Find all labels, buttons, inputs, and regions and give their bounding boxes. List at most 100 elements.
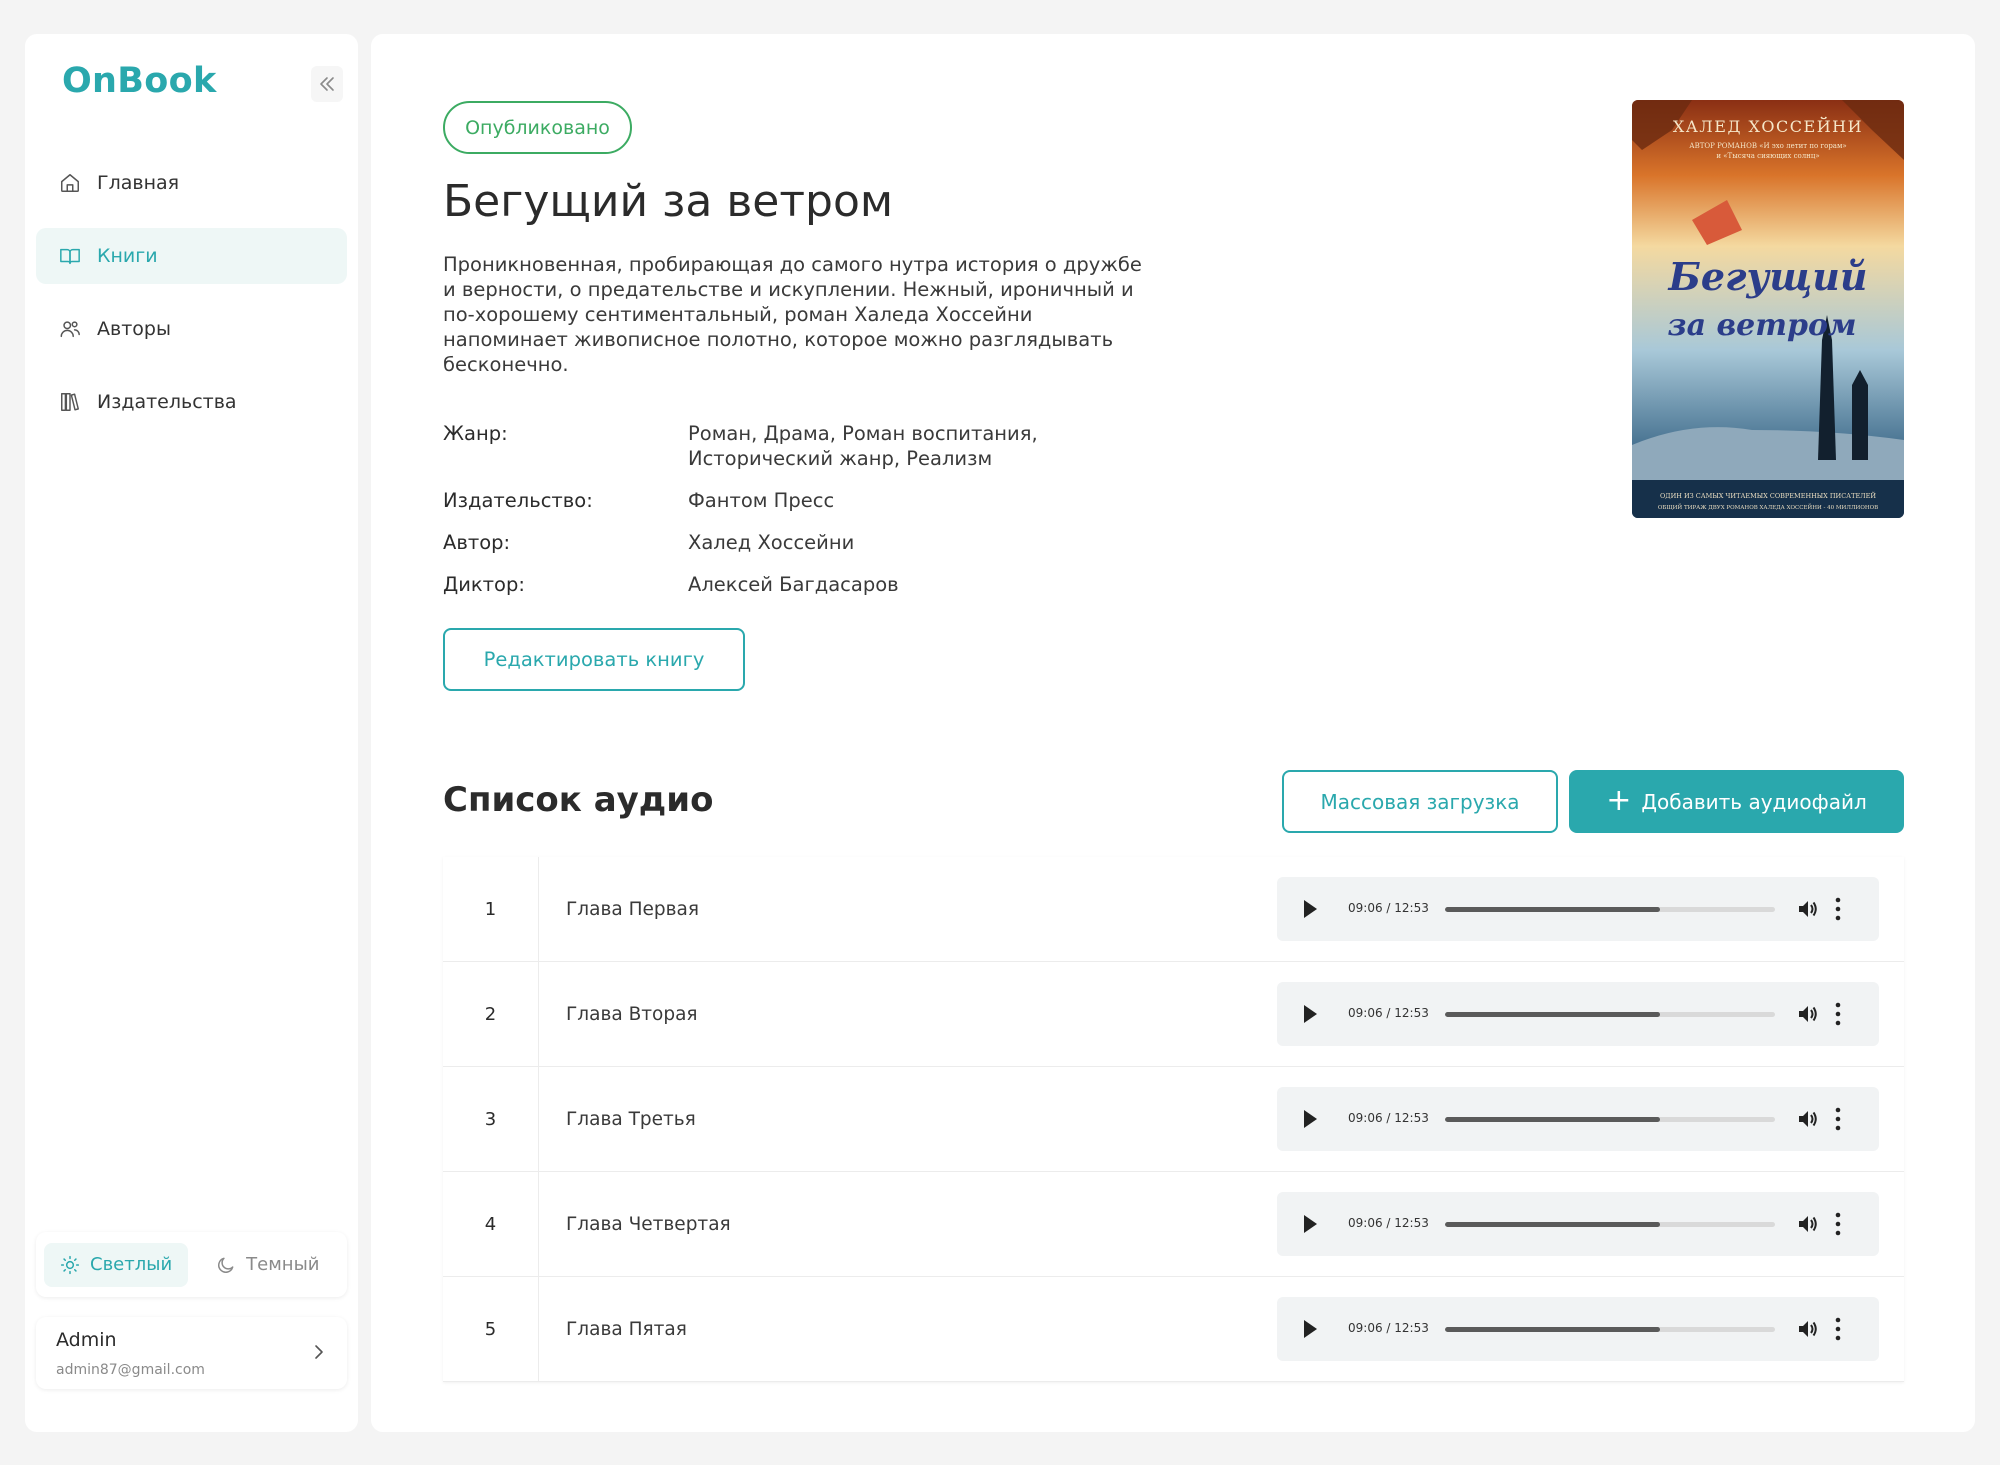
audio-row: 4 Глава Четвертая 09:06 / 12:53 [443,1172,1904,1277]
home-icon [58,171,82,195]
library-icon [58,390,82,414]
audio-name: Глава Вторая [566,1003,698,1025]
audio-progress-track[interactable] [1445,1222,1775,1227]
audio-progress-track[interactable] [1445,1327,1775,1332]
meta-key: Автор: [443,531,511,554]
status-badge: Опубликовано [443,101,632,154]
bulk-upload-button[interactable]: Массовая загрузка [1282,770,1558,833]
audio-row: 3 Глава Третья 09:06 / 12:53 [443,1067,1904,1172]
audio-row: 5 Глава Пятая 09:06 / 12:53 [443,1277,1904,1382]
meta-value: Халед Хоссейни [688,531,855,554]
audio-number: 4 [443,1172,539,1276]
user-name: Admin [56,1329,117,1351]
volume-icon[interactable] [1796,898,1820,920]
audio-progress-track[interactable] [1445,907,1775,912]
cover-footer-1: ОДИН ИЗ САМЫХ ЧИТАЕМЫХ СОВРЕМЕННЫХ ПИСАТ… [1660,491,1876,500]
theme-light-label: Светлый [90,1254,173,1275]
cover-title-2: за ветром [1667,308,1856,343]
meta-key: Диктор: [443,573,525,596]
theme-dark-label: Темный [246,1254,320,1275]
audio-number: 5 [443,1277,539,1381]
volume-icon[interactable] [1796,1108,1820,1130]
audio-time: 09:06 / 12:53 [1348,1006,1429,1020]
book-description: Проникновенная, пробирающая до самого ну… [443,253,1142,376]
audio-progress-fill [1445,907,1660,912]
audio-player: 09:06 / 12:53 [1277,982,1879,1046]
add-audio-button[interactable]: + Добавить аудиофайл [1569,770,1904,833]
more-vertical-icon[interactable] [1833,1106,1843,1132]
sidebar-item-home[interactable]: Главная [36,155,347,211]
audio-time: 09:06 / 12:53 [1348,901,1429,915]
volume-icon[interactable] [1796,1003,1820,1025]
meta-key: Издательство: [443,489,593,512]
sun-icon [60,1255,80,1275]
volume-icon[interactable] [1796,1318,1820,1340]
sidebar: OnBook Главная Книги Авторы Издательства… [25,34,358,1432]
play-icon[interactable] [1300,1107,1320,1131]
cover-author: ХАЛЕД ХОССЕЙНИ [1673,116,1863,136]
audio-progress-track[interactable] [1445,1117,1775,1122]
sidebar-item-label: Книги [97,245,158,267]
collapse-sidebar-button[interactable] [311,66,343,102]
sidebar-item-label: Авторы [97,318,171,340]
add-audio-label: Добавить аудиофайл [1641,789,1867,814]
play-icon[interactable] [1300,1317,1320,1341]
app-logo[interactable]: OnBook [62,61,217,101]
audio-row: 1 Глава Первая 09:06 / 12:53 [443,857,1904,962]
volume-icon[interactable] [1796,1213,1820,1235]
more-vertical-icon[interactable] [1833,1001,1843,1027]
audio-progress-fill [1445,1012,1660,1017]
book-cover: ХАЛЕД ХОССЕЙНИ АВТОР РОМАНОВ «И эхо лети… [1632,100,1904,518]
main-content: Опубликовано Бегущий за ветром Проникнов… [371,34,1975,1432]
theme-light-option[interactable]: Светлый [44,1242,189,1287]
audio-name: Глава Четвертая [566,1213,731,1235]
play-icon[interactable] [1300,897,1320,921]
edit-book-button[interactable]: Редактировать книгу [443,628,745,691]
audio-progress-track[interactable] [1445,1012,1775,1017]
meta-value: Алексей Багдасаров [688,573,899,596]
audio-progress-fill [1445,1222,1660,1227]
meta-row-genre: Жанр: Роман, Драма, Роман воспитания, Ис… [443,421,1143,471]
more-vertical-icon[interactable] [1833,1316,1843,1342]
sidebar-item-label: Издательства [97,391,237,413]
audio-name: Глава Третья [566,1108,696,1130]
audio-name: Глава Первая [566,898,699,920]
audio-list: 1 Глава Первая 09:06 / 12:53 2 Глава Вто… [443,857,1904,1382]
audio-name: Глава Пятая [566,1318,687,1340]
audio-player: 09:06 / 12:53 [1277,1297,1879,1361]
audio-progress-fill [1445,1327,1660,1332]
more-vertical-icon[interactable] [1833,1211,1843,1237]
more-vertical-icon[interactable] [1833,896,1843,922]
audio-number: 2 [443,962,539,1066]
audio-progress-fill [1445,1117,1660,1122]
sidebar-item-publishers[interactable]: Издательства [36,374,347,430]
play-icon[interactable] [1300,1002,1320,1026]
theme-dark-option[interactable]: Темный [200,1243,335,1287]
sidebar-item-label: Главная [97,172,180,194]
sidebar-item-books[interactable]: Книги [36,228,347,284]
meta-key: Жанр: [443,422,508,445]
theme-switch: Светлый Темный [36,1232,347,1297]
audio-player: 09:06 / 12:53 [1277,1087,1879,1151]
book-icon [58,244,82,268]
audio-time: 09:06 / 12:53 [1348,1216,1429,1230]
cover-subtitle-2: и «Тысяча сияющих солнц» [1716,152,1819,160]
meta-row-narrator: Диктор: Алексей Багдасаров [443,572,1143,597]
audio-row: 2 Глава Вторая 09:06 / 12:53 [443,962,1904,1067]
double-chevron-left-icon [320,77,334,91]
audio-time: 09:06 / 12:53 [1348,1321,1429,1335]
cover-subtitle-1: АВТОР РОМАНОВ «И эхо летит по горам» [1689,142,1846,150]
users-icon [58,317,82,341]
play-icon[interactable] [1300,1212,1320,1236]
user-profile-card[interactable]: Admin admin87@gmail.com [36,1317,347,1389]
audio-player: 09:06 / 12:53 [1277,877,1879,941]
plus-icon: + [1606,782,1632,818]
user-email: admin87@gmail.com [56,1362,205,1378]
meta-value: Роман, Драма, Роман воспитания, Историче… [688,422,1038,470]
meta-row-author: Автор: Халед Хоссейни [443,530,1143,555]
audio-player: 09:06 / 12:53 [1277,1192,1879,1256]
audio-number: 1 [443,857,539,961]
sidebar-item-authors[interactable]: Авторы [36,301,347,357]
cover-title-1: Бегущий [1667,254,1867,299]
meta-row-publisher: Издательство: Фантом Пресс [443,488,1143,513]
